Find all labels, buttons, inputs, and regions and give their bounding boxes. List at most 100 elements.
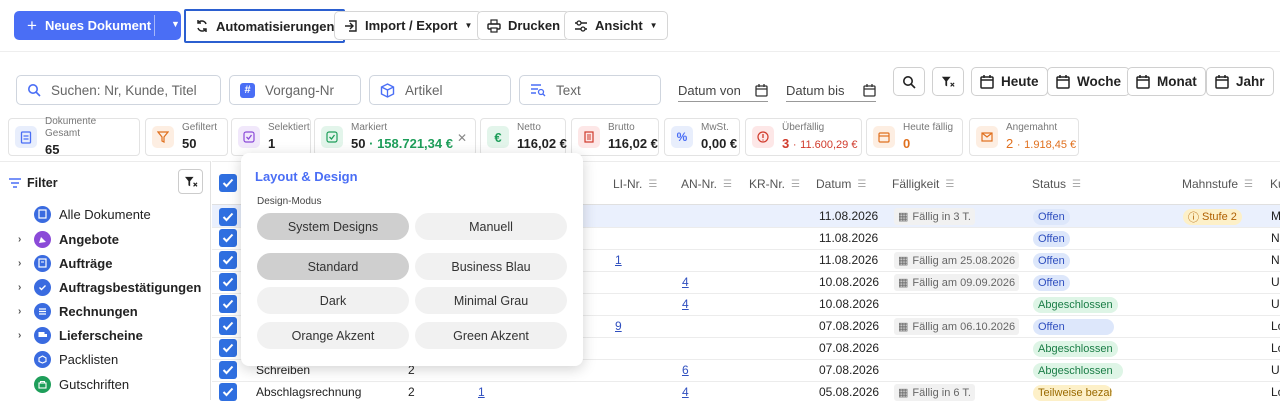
- sidebar-item-orders[interactable]: › Aufträge: [18, 253, 112, 273]
- cell-date: 11.08.2026: [819, 231, 879, 245]
- cell-an-link[interactable]: 4: [682, 385, 689, 399]
- chevron-right-icon[interactable]: ›: [18, 282, 26, 293]
- stat-label: Selektiert: [268, 122, 310, 133]
- article-input[interactable]: Artikel: [369, 75, 511, 105]
- column-menu-icon[interactable]: ☰: [648, 179, 657, 190]
- theme-dark-button[interactable]: Dark: [257, 287, 409, 314]
- stat-card-gross[interactable]: Brutto 116,02 €: [571, 118, 659, 156]
- column-header-due[interactable]: Fälligkeit ☰: [892, 177, 954, 191]
- row-checkbox[interactable]: [219, 361, 237, 379]
- year-button[interactable]: Jahr: [1206, 67, 1274, 96]
- column-menu-icon[interactable]: ☰: [1072, 179, 1081, 190]
- stat-card-vat[interactable]: % MwSt. 0,00 €: [664, 118, 740, 156]
- date-to-field[interactable]: Datum bis: [786, 80, 876, 102]
- column-header-status[interactable]: Status ☰: [1032, 177, 1081, 191]
- automations-button[interactable]: Automatisierungen: [184, 9, 346, 43]
- new-document-button[interactable]: + Neues Dokument ▼: [14, 11, 181, 40]
- import-export-button[interactable]: Import / Export ▼: [334, 11, 483, 40]
- month-button[interactable]: Monat: [1127, 67, 1206, 96]
- cell-li-link[interactable]: 9: [615, 319, 622, 333]
- theme-business-blue-button[interactable]: Business Blau: [415, 253, 567, 280]
- sidebar-item-delivery-notes[interactable]: › Lieferscheine: [18, 325, 143, 345]
- cell-li-link[interactable]: 1: [615, 253, 622, 267]
- calendar-icon[interactable]: [863, 84, 876, 97]
- theme-orange-accent-button[interactable]: Orange Akzent: [257, 322, 409, 349]
- stat-card-overdue[interactable]: Überfällig 3 · 11.600,29 €: [745, 118, 862, 156]
- view-button[interactable]: Ansicht ▼: [564, 11, 668, 40]
- chevron-down-icon[interactable]: ▼: [171, 19, 180, 29]
- cell-li-link[interactable]: 1: [478, 385, 485, 399]
- cell-an-link[interactable]: 6: [682, 363, 689, 377]
- column-menu-icon[interactable]: ☰: [945, 179, 954, 190]
- search-button[interactable]: [893, 67, 925, 96]
- row-checkbox[interactable]: [219, 251, 237, 269]
- stat-card-net[interactable]: € Netto 116,02 €: [480, 118, 567, 156]
- text-search-icon: [531, 84, 546, 97]
- search-input[interactable]: Suchen: Nr, Kunde, Titel: [16, 75, 221, 105]
- stat-label: Angemahnt: [1006, 121, 1058, 133]
- stat-card-selected[interactable]: Selektiert 1: [231, 118, 311, 156]
- checkbox-icon: [238, 126, 260, 148]
- sidebar-clear-filter-button[interactable]: [178, 169, 203, 194]
- dunning-badge: ⓘ Stufe 2: [1183, 209, 1242, 225]
- row-checkbox[interactable]: [219, 317, 237, 335]
- row-checkbox[interactable]: [219, 383, 237, 401]
- check-square-icon: [321, 126, 343, 148]
- column-header-li[interactable]: LI-Nr. ☰: [613, 177, 657, 191]
- stat-value: 1: [268, 136, 276, 151]
- column-menu-icon[interactable]: ☰: [857, 179, 866, 190]
- chevron-right-icon[interactable]: ›: [18, 330, 26, 341]
- stat-card-total[interactable]: Dokumente Gesamt 65: [8, 116, 140, 157]
- sidebar-item-invoices[interactable]: › Rechnungen: [18, 301, 138, 321]
- print-button[interactable]: Drucken: [477, 11, 571, 40]
- row-checkbox[interactable]: [219, 339, 237, 357]
- stat-sub-value: 1.918,45 €: [1024, 138, 1077, 151]
- chevron-right-icon[interactable]: ›: [18, 258, 26, 269]
- column-menu-icon[interactable]: ☰: [1244, 179, 1253, 190]
- stat-value: 116,02 €: [608, 136, 658, 151]
- calendar-icon[interactable]: [755, 84, 768, 97]
- sidebar-item-order-confirmations[interactable]: › Auftragsbestätigungen: [18, 277, 201, 297]
- sidebar-item-all-documents[interactable]: Alle Dokumente: [18, 204, 151, 224]
- week-button[interactable]: Woche: [1047, 67, 1131, 96]
- stat-card-dunned[interactable]: Angemahnt 2 · 1.918,45 €: [969, 118, 1079, 156]
- stat-card-due-today[interactable]: Heute fällig 0: [866, 118, 963, 156]
- column-menu-icon[interactable]: ☰: [723, 179, 732, 190]
- row-checkbox[interactable]: [219, 208, 237, 226]
- row-checkbox[interactable]: [219, 273, 237, 291]
- year-label: Jahr: [1236, 74, 1265, 89]
- sidebar-item-label: Angebote: [59, 231, 119, 247]
- row-checkbox[interactable]: [219, 295, 237, 313]
- cell-an-link[interactable]: 4: [682, 297, 689, 311]
- stat-card-filtered[interactable]: Gefiltert 50: [145, 118, 228, 156]
- column-header-ku[interactable]: Ku: [1270, 177, 1280, 191]
- column-header-an[interactable]: AN-Nr. ☰: [681, 177, 732, 191]
- cell-an-link[interactable]: 4: [682, 275, 689, 289]
- close-icon[interactable]: ✕: [457, 131, 467, 145]
- process-number-input[interactable]: # Vorgang-Nr: [229, 75, 361, 105]
- sidebar-item-offers[interactable]: › Angebote: [18, 229, 119, 249]
- stat-card-marked[interactable]: Markiert 50 · 158.721,34 € ✕: [314, 118, 476, 156]
- column-header-kr[interactable]: KR-Nr. ☰: [749, 177, 800, 191]
- date-from-field[interactable]: Datum von: [678, 80, 768, 102]
- month-label: Monat: [1157, 74, 1197, 89]
- today-button[interactable]: Heute: [971, 67, 1048, 96]
- text-search-input[interactable]: Text: [519, 75, 661, 105]
- column-header-label: AN-Nr.: [681, 177, 717, 191]
- column-header-date[interactable]: Datum ☰: [816, 177, 866, 191]
- cell-date: 07.08.2026: [819, 363, 880, 377]
- column-menu-icon[interactable]: ☰: [791, 179, 800, 190]
- clear-filter-button[interactable]: [932, 67, 964, 96]
- mode-system-designs-button[interactable]: System Designs: [257, 213, 409, 240]
- column-header-dunning[interactable]: Mahnstufe ☰: [1182, 177, 1253, 191]
- mode-manual-button[interactable]: Manuell: [415, 213, 567, 240]
- chevron-right-icon[interactable]: ›: [18, 306, 26, 317]
- sidebar-item-credit-notes[interactable]: Gutschriften: [18, 374, 129, 394]
- sidebar-item-packing-lists[interactable]: Packlisten: [18, 349, 118, 369]
- row-checkbox[interactable]: [219, 229, 237, 247]
- theme-standard-button[interactable]: Standard: [257, 253, 409, 280]
- chevron-right-icon[interactable]: ›: [18, 234, 26, 245]
- theme-green-accent-button[interactable]: Green Akzent: [415, 322, 567, 349]
- theme-minimal-grey-button[interactable]: Minimal Grau: [415, 287, 567, 314]
- select-all-checkbox[interactable]: [219, 174, 237, 192]
